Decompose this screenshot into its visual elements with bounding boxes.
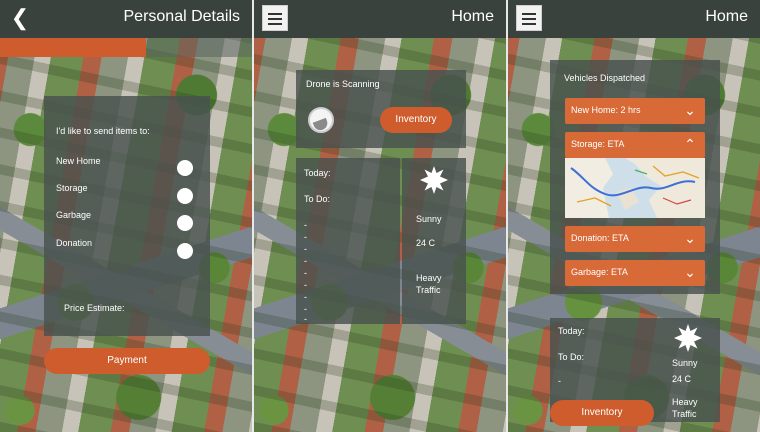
vehicle-garbage-label: Garbage: ETA [571,267,628,277]
sun-icon [674,324,702,352]
drone-icon [308,107,334,133]
traffic-label: Heavy Traffic [416,273,442,295]
vehicle-garbage-bar[interactable]: Garbage: ETA ⌄ [565,260,705,286]
weather-panel: Sunny 24 C Heavy Traffic [402,158,466,324]
option-garbage-radio[interactable] [177,215,193,231]
option-garbage-label: Garbage [56,210,92,220]
todo-item: - [304,268,307,278]
vehicle-donation-bar[interactable]: Donation: ETA ⌄ [565,226,705,252]
temperature-label: 24 C [416,238,436,248]
top-bar: ❮ Personal Details [0,0,252,38]
page-title: Personal Details [123,8,241,25]
payment-button[interactable]: Payment [44,348,210,374]
price-estimate-label: Price Estimate: [64,303,125,313]
todo-item: - [304,280,307,290]
route-map-graphic [565,158,705,218]
vehicle-storage-bar[interactable]: Storage: ETA ⌃ [565,132,705,158]
hamburger-menu-icon[interactable] [516,5,542,31]
vehicle-new-home-label: New Home: 2 hrs [571,105,641,115]
today-label: Today: [558,326,585,336]
todo-item: - [304,292,307,302]
app-mockup: ❮ Personal Details I'd like to send item… [0,0,760,432]
option-new-home-label: New Home [56,156,101,166]
todo-item: - [304,232,307,242]
todo-label: To Do: [558,352,585,362]
option-donation-label: Donation [56,238,93,248]
temperature-label: 24 C [672,374,692,384]
home-scanning-screen: Home Drone is Scanning Inventory Today: … [254,0,506,432]
destination-question: I'd like to send items to: [56,126,150,136]
drone-panel: Drone is Scanning Inventory [296,70,466,148]
weather-label: Sunny [416,214,442,224]
storage-route-map[interactable] [565,158,705,218]
drone-status-label: Drone is Scanning [306,79,380,89]
inventory-button[interactable]: Inventory [550,400,654,426]
hamburger-menu-icon[interactable] [262,5,288,31]
page-title: Home [705,8,748,25]
option-storage-label: Storage [56,183,88,193]
option-donation-radio[interactable] [177,243,193,259]
vehicle-donation-label: Donation: ETA [571,233,629,243]
option-new-home-radio[interactable] [177,160,193,176]
todo-item: - [304,220,307,230]
todo-label: To Do: [304,194,331,204]
progress-fill [0,38,147,57]
vehicle-new-home-bar[interactable]: New Home: 2 hrs ⌄ [565,98,705,124]
todo-item: - [304,314,307,324]
vehicles-dispatched-label: Vehicles Dispatched [564,73,646,83]
price-estimate-panel: Price Estimate: [44,294,210,336]
page-title: Home [451,8,494,25]
progress-bar [0,38,252,57]
todo-item: - [304,244,307,254]
weather-panel: Sunny 24 C Heavy Traffic [656,318,720,422]
traffic-label: Heavy Traffic [672,397,698,419]
back-arrow-icon[interactable]: ❮ [8,4,32,32]
todo-item: - [304,304,307,314]
option-storage-radio[interactable] [177,188,193,204]
todo-item: - [304,256,307,266]
todo-panel: Today: To Do: - - - - - - - - - [296,158,400,324]
vehicle-storage-label: Storage: ETA [571,139,625,149]
top-bar: Home [254,0,506,38]
top-bar: Home [508,0,760,38]
sun-icon [420,166,448,194]
inventory-button[interactable]: Inventory [380,107,452,133]
weather-label: Sunny [672,358,698,368]
chevron-down-icon[interactable]: ⌄ [683,102,697,118]
chevron-down-icon[interactable]: ⌄ [683,264,697,280]
personal-details-screen: ❮ Personal Details I'd like to send item… [0,0,252,432]
destination-panel: I'd like to send items to: New Home Stor… [44,96,210,294]
today-label: Today: [304,168,331,178]
chevron-up-icon[interactable]: ⌃ [683,136,697,152]
chevron-down-icon[interactable]: ⌄ [683,230,697,246]
todo-item: - [558,376,561,386]
